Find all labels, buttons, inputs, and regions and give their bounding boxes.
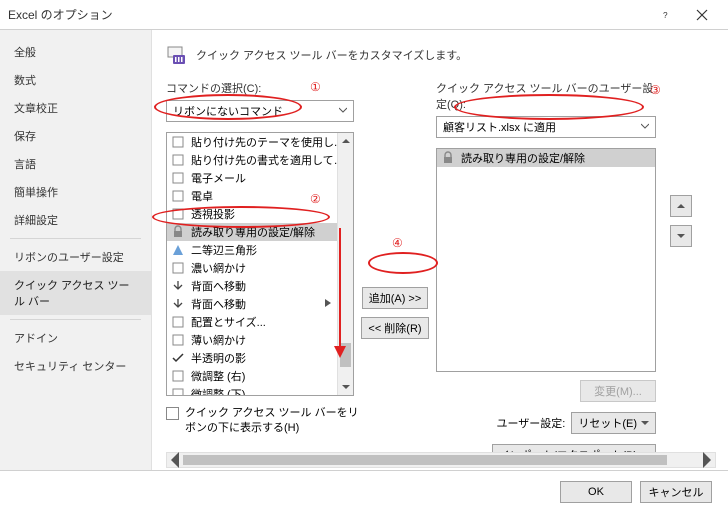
sidebar-item-qat[interactable]: クイック アクセス ツール バー — [0, 271, 151, 315]
list-item[interactable]: 薄い網かけ — [167, 331, 353, 349]
scroll-thumb[interactable] — [340, 343, 351, 367]
scroll-left-button[interactable] — [167, 453, 183, 467]
qat-target-value: 顧客リスト.xlsx に適用 — [443, 119, 556, 135]
item-icon — [171, 207, 185, 221]
list-item[interactable]: 背面へ移動 — [167, 295, 353, 313]
sidebar-item-language[interactable]: 言語 — [0, 150, 151, 178]
item-icon — [171, 171, 185, 185]
list-item[interactable]: 微調整 (右) — [167, 367, 353, 385]
cancel-button[interactable]: キャンセル — [640, 481, 712, 503]
commands-combo[interactable]: リボンにないコマンド — [166, 100, 354, 122]
list-item[interactable]: 半透明の影 — [167, 349, 353, 367]
chevron-down-icon — [339, 105, 347, 117]
sidebar: 全般 数式 文章校正 保存 言語 簡単操作 詳細設定 リボンのユーザー設定 クイ… — [0, 30, 152, 470]
commands-listbox[interactable]: 貼り付け先のテーマを使用して...貼り付け先の書式を適用して貼...電子メール電… — [166, 132, 354, 396]
commands-combo-value: リボンにないコマンド — [173, 103, 283, 119]
item-icon — [171, 297, 185, 311]
help-button[interactable]: ? — [648, 1, 684, 29]
list-item[interactable]: 背面へ移動 — [167, 277, 353, 295]
scroll-down-button[interactable] — [338, 379, 353, 395]
sidebar-item-save[interactable]: 保存 — [0, 122, 151, 150]
qat-target-combo[interactable]: 顧客リスト.xlsx に適用 — [436, 116, 656, 138]
item-icon — [171, 387, 185, 395]
item-icon — [171, 351, 185, 365]
window-title: Excel のオプション — [8, 6, 648, 23]
sidebar-item-ribbon[interactable]: リボンのユーザー設定 — [0, 243, 151, 271]
list-item[interactable]: 透視投影 — [167, 205, 353, 223]
show-below-ribbon-checkbox[interactable] — [166, 407, 179, 420]
move-down-button[interactable] — [670, 225, 692, 247]
chevron-down-icon — [641, 121, 649, 133]
lock-icon — [441, 151, 455, 165]
item-icon — [171, 225, 185, 239]
scrollbar-vertical[interactable] — [337, 133, 353, 395]
qat-icon — [166, 44, 188, 66]
qat-target-label: クイック アクセス ツール バーのユーザー設定(Q): — [436, 80, 656, 112]
sidebar-item-ease[interactable]: 簡単操作 — [0, 178, 151, 206]
submenu-icon — [325, 298, 331, 310]
page-header: クイック アクセス ツール バーをカスタマイズします。 — [196, 47, 467, 63]
sidebar-item-addins[interactable]: アドイン — [0, 324, 151, 352]
item-icon — [171, 135, 185, 149]
list-item[interactable]: 電子メール — [167, 169, 353, 187]
svg-text:?: ? — [663, 11, 668, 20]
user-setting-label: ユーザー設定: — [496, 415, 565, 431]
commands-label: コマンドの選択(C): — [166, 80, 354, 96]
item-icon — [171, 369, 185, 383]
reset-button[interactable]: リセット(E) — [571, 412, 656, 434]
close-button[interactable] — [684, 1, 720, 29]
modify-button: 変更(M)... — [580, 380, 656, 402]
item-icon — [171, 153, 185, 167]
item-icon — [171, 261, 185, 275]
item-icon — [171, 243, 185, 257]
item-icon — [171, 315, 185, 329]
main-panel: クイック アクセス ツール バーをカスタマイズします。 コマンドの選択(C): … — [152, 30, 728, 470]
scrollbar-horizontal[interactable] — [166, 452, 716, 468]
sidebar-separator — [10, 319, 141, 320]
scroll-thumb[interactable] — [183, 455, 667, 465]
item-icon — [171, 189, 185, 203]
ok-button[interactable]: OK — [560, 481, 632, 503]
list-item[interactable]: 電卓 — [167, 187, 353, 205]
titlebar: Excel のオプション ? — [0, 0, 728, 30]
add-button[interactable]: 追加(A) >> — [362, 287, 429, 309]
list-item[interactable]: 貼り付け先の書式を適用して貼... — [167, 151, 353, 169]
scroll-up-button[interactable] — [338, 133, 353, 149]
qat-listbox[interactable]: 読み取り専用の設定/解除 — [436, 148, 656, 372]
list-item[interactable]: 貼り付け先のテーマを使用して... — [167, 133, 353, 151]
list-item[interactable]: 読み取り専用の設定/解除 — [437, 149, 655, 167]
item-icon — [171, 333, 185, 347]
show-below-ribbon-label: クイック アクセス ツール バーをリボンの下に表示する(H) — [185, 406, 366, 437]
sidebar-item-formulas[interactable]: 数式 — [0, 66, 151, 94]
sidebar-item-general[interactable]: 全般 — [0, 38, 151, 66]
sidebar-item-advanced[interactable]: 詳細設定 — [0, 206, 151, 234]
move-up-button[interactable] — [670, 195, 692, 217]
remove-button[interactable]: << 削除(R) — [361, 317, 428, 339]
list-item[interactable]: 配置とサイズ... — [167, 313, 353, 331]
list-item[interactable]: 微調整 (下) — [167, 385, 353, 395]
dialog-footer: OK キャンセル — [0, 470, 728, 512]
sidebar-separator — [10, 238, 141, 239]
sidebar-item-trust[interactable]: セキュリティ センター — [0, 352, 151, 380]
chevron-down-icon — [641, 419, 649, 427]
scroll-right-button[interactable] — [699, 453, 715, 467]
list-item[interactable]: 二等辺三角形 — [167, 241, 353, 259]
list-item[interactable]: 読み取り専用の設定/解除 — [167, 223, 353, 241]
sidebar-item-proofing[interactable]: 文章校正 — [0, 94, 151, 122]
item-icon — [171, 279, 185, 293]
list-item[interactable]: 濃い網かけ — [167, 259, 353, 277]
